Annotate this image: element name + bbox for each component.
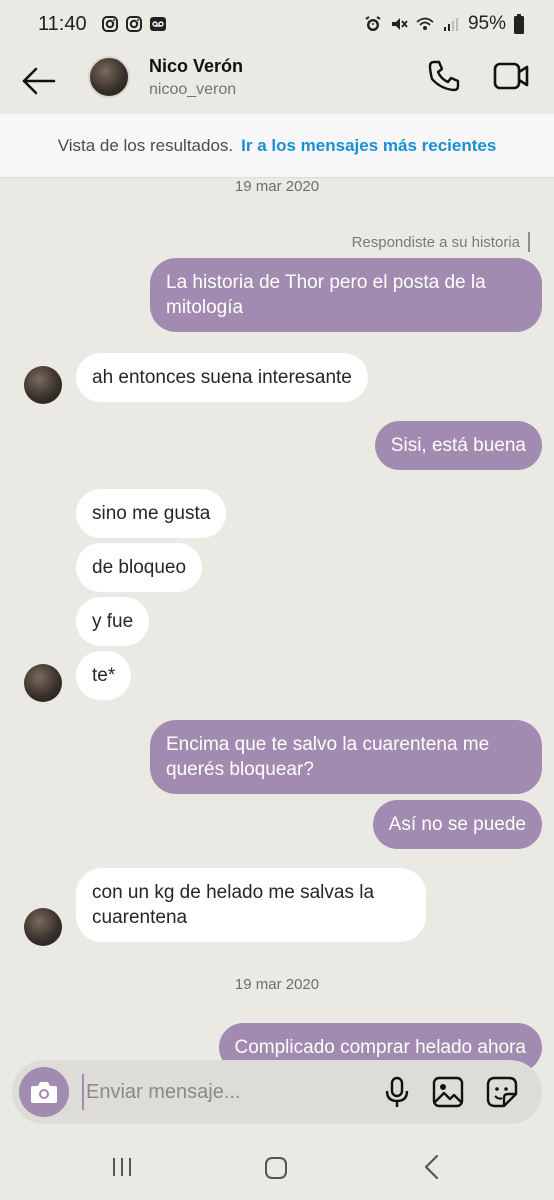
message-bubble-outgoing[interactable]: Encima que te salvo la cuarentena me que…	[150, 720, 542, 794]
sender-avatar[interactable]	[24, 664, 62, 702]
recent-apps-icon[interactable]	[110, 1156, 134, 1178]
home-icon[interactable]	[264, 1156, 288, 1180]
alarm-icon	[365, 16, 381, 31]
message-bubble-incoming[interactable]: con un kg de helado me salvas la cuarent…	[76, 868, 426, 942]
chat-header: Nico Verón nicoo_veron	[0, 48, 554, 114]
wifi-icon	[416, 17, 434, 30]
notification-icons	[101, 15, 167, 33]
battery-percent: 95%	[467, 13, 506, 34]
message-composer	[12, 1060, 542, 1124]
mute-icon	[391, 18, 408, 30]
message-bubble-incoming[interactable]: ah entonces suena interesante	[76, 353, 368, 402]
instagram-notification-icon	[101, 16, 118, 32]
results-view-label: Vista de los resultados.	[57, 135, 234, 155]
date-separator: 19 mar 2020	[234, 178, 320, 195]
voicemail-icon	[149, 17, 166, 31]
camera-button[interactable]	[19, 1067, 69, 1117]
sender-avatar[interactable]	[24, 366, 62, 404]
go-to-recent-link[interactable]: Ir a los mensajes más recientes	[241, 136, 496, 156]
microphone-icon[interactable]	[382, 1076, 412, 1108]
back-button[interactable]	[20, 62, 58, 100]
message-bubble-incoming[interactable]: te*	[76, 651, 132, 700]
search-results-bar: Vista de los resultados. Ir a los mensaj…	[0, 114, 554, 178]
video-camera-icon[interactable]	[492, 58, 530, 94]
system-nav-bar	[0, 1134, 554, 1200]
signal-icon	[443, 18, 458, 31]
status-time: 11:40	[38, 12, 87, 35]
contact-username[interactable]: nicoo_veron	[149, 81, 236, 99]
phone-icon[interactable]	[426, 58, 462, 94]
message-bubble-incoming[interactable]: de bloqueo	[76, 543, 203, 592]
message-bubble-outgoing[interactable]: La historia de Thor pero el posta de la …	[150, 258, 542, 332]
date-separator: 19 mar 2020	[234, 976, 320, 993]
message-bubble-incoming[interactable]: sino me gusta	[76, 489, 227, 538]
sender-avatar[interactable]	[24, 908, 62, 946]
nav-back-icon[interactable]	[422, 1154, 442, 1180]
camera-icon	[31, 1082, 57, 1103]
image-icon[interactable]	[432, 1076, 464, 1108]
story-reply-divider	[528, 232, 530, 252]
contact-avatar[interactable]	[88, 56, 130, 98]
story-reply-label: Respondiste a su historia	[352, 232, 530, 252]
message-bubble-incoming[interactable]: y fue	[76, 597, 150, 646]
status-bar: 11:40 95%	[0, 0, 554, 48]
story-reply-text: Respondiste a su historia	[351, 233, 520, 251]
instagram-notification-icon	[125, 16, 142, 32]
sticker-icon[interactable]	[486, 1076, 518, 1108]
battery-icon	[514, 14, 524, 34]
message-bubble-outgoing[interactable]: Sisi, está buena	[374, 421, 542, 470]
contact-name[interactable]: Nico Verón	[149, 56, 243, 77]
message-input[interactable]	[82, 1074, 372, 1110]
message-bubble-outgoing[interactable]: Así no se puede	[372, 800, 542, 849]
